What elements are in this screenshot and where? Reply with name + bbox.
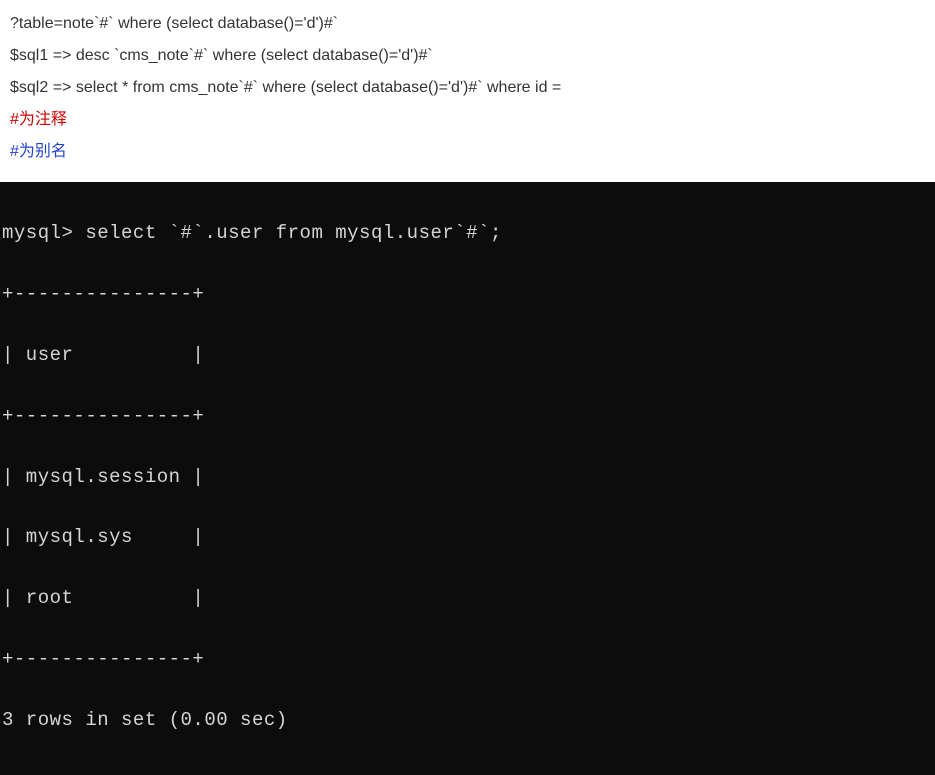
comment-note-line: #为注释	[10, 104, 925, 136]
terminal-data-line: | root |	[0, 583, 931, 613]
terminal-border-line: +---------------+	[0, 401, 931, 431]
terminal-header-line: | user |	[0, 340, 931, 370]
terminal-data-line: | mysql.sys |	[0, 522, 931, 552]
terminal-query-line: mysql> select `#`.user from mysql.user`#…	[0, 218, 931, 248]
url-param-line: ?table=note`#` where (select database()=…	[10, 8, 925, 40]
terminal-border-line: +---------------+	[0, 279, 931, 309]
terminal-border-line: +---------------+	[0, 644, 931, 674]
terminal-data-line: | mysql.session |	[0, 462, 931, 492]
sql-explanation-section: ?table=note`#` where (select database()=…	[0, 0, 935, 176]
alias-note-line: #为别名	[10, 136, 925, 168]
mysql-terminal: mysql> select `#`.user from mysql.user`#…	[0, 182, 935, 775]
terminal-result-line: 3 rows in set (0.00 sec)	[0, 705, 931, 735]
sql1-line: $sql1 => desc `cms_note`#` where (select…	[10, 40, 925, 72]
sql2-line: $sql2 => select * from cms_note`#` where…	[10, 72, 925, 104]
